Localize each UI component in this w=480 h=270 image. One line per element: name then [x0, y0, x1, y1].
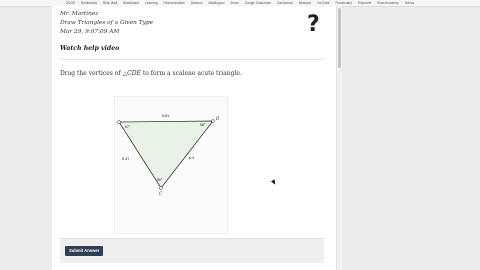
bookmark-item[interactable]: Pearsonrealize — [162, 1, 185, 5]
bookmark-item[interactable]: Nearpod — [298, 1, 312, 5]
bookmark-item[interactable]: YouTube — [316, 1, 331, 5]
bookmark-item[interactable]: Blackboard — [122, 1, 140, 5]
bookmark-item[interactable]: Learning — [144, 1, 158, 5]
side-length-top: 6.81 — [162, 114, 169, 118]
question-prompt: Drag the vertices of △CDE to form a scal… — [60, 70, 242, 77]
submit-area: Submit Answer — [60, 238, 324, 263]
scrollbar-thumb[interactable] — [338, 8, 341, 68]
assignment-date: Mar 29, 9:07:09 AM — [60, 29, 120, 35]
bookmark-item[interactable]: Google Classroom — [244, 1, 272, 5]
bookmark-item[interactable]: Mathinguru — [207, 1, 225, 5]
bookmark-item[interactable]: Brick Wall — [102, 1, 118, 5]
bookmark-item[interactable]: Videos — [404, 1, 416, 5]
side-length-left: 5.47 — [122, 157, 129, 161]
side-length-right: 6.4 — [189, 156, 194, 160]
bookmark-item[interactable]: Khan Academy — [376, 1, 399, 5]
vertex-e-handle[interactable] — [117, 120, 121, 124]
watch-help-video-link[interactable]: Watch help video — [60, 45, 119, 52]
bookmark-item[interactable]: GDOE — [65, 1, 76, 5]
prompt-post: to form a scalene acute triangle. — [140, 70, 242, 77]
prompt-triangle: △CDE — [122, 70, 141, 77]
submit-answer-button[interactable]: Submit Answer — [65, 246, 104, 256]
bookmark-item[interactable]: Flocabulary — [335, 1, 353, 5]
angle-label-d: 58° — [200, 123, 206, 127]
angle-label-c: 55° — [157, 178, 163, 182]
divider — [60, 59, 324, 60]
vertex-label-c: C — [159, 191, 163, 196]
prompt-pre: Drag the vertices of — [60, 70, 123, 77]
assignment-page: Mr. Martinez Draw Triangles of a Given T… — [52, 6, 336, 270]
triangle-shape[interactable] — [118, 120, 214, 189]
vertex-label-d: D — [215, 116, 220, 121]
assignment-title: Draw Triangles of a Given Type — [60, 20, 153, 26]
bookmark-item[interactable]: Edpuzzle — [357, 1, 372, 5]
bookmark-item[interactable]: Zearn — [229, 1, 239, 5]
triangle-canvas[interactable]: E D C 6.81 5.47 6.4 67° 58° 55° — [114, 96, 228, 234]
vertex-c-handle[interactable] — [159, 186, 163, 190]
triangle-figure[interactable]: E D C 6.81 5.47 6.4 67° 58° 55° — [115, 97, 227, 233]
angle-label-e: 67° — [125, 125, 131, 129]
scrollbar[interactable] — [336, 6, 342, 270]
bookmark-item[interactable]: Dashboard — [276, 1, 294, 5]
vertex-d-handle[interactable] — [211, 119, 215, 123]
teacher-name: Mr. Martinez — [60, 11, 99, 17]
bookmark-item[interactable]: Bookmarks — [80, 1, 98, 5]
bookmark-item[interactable]: Desmos — [190, 1, 204, 5]
help-question-icon[interactable]: ? — [307, 12, 320, 37]
